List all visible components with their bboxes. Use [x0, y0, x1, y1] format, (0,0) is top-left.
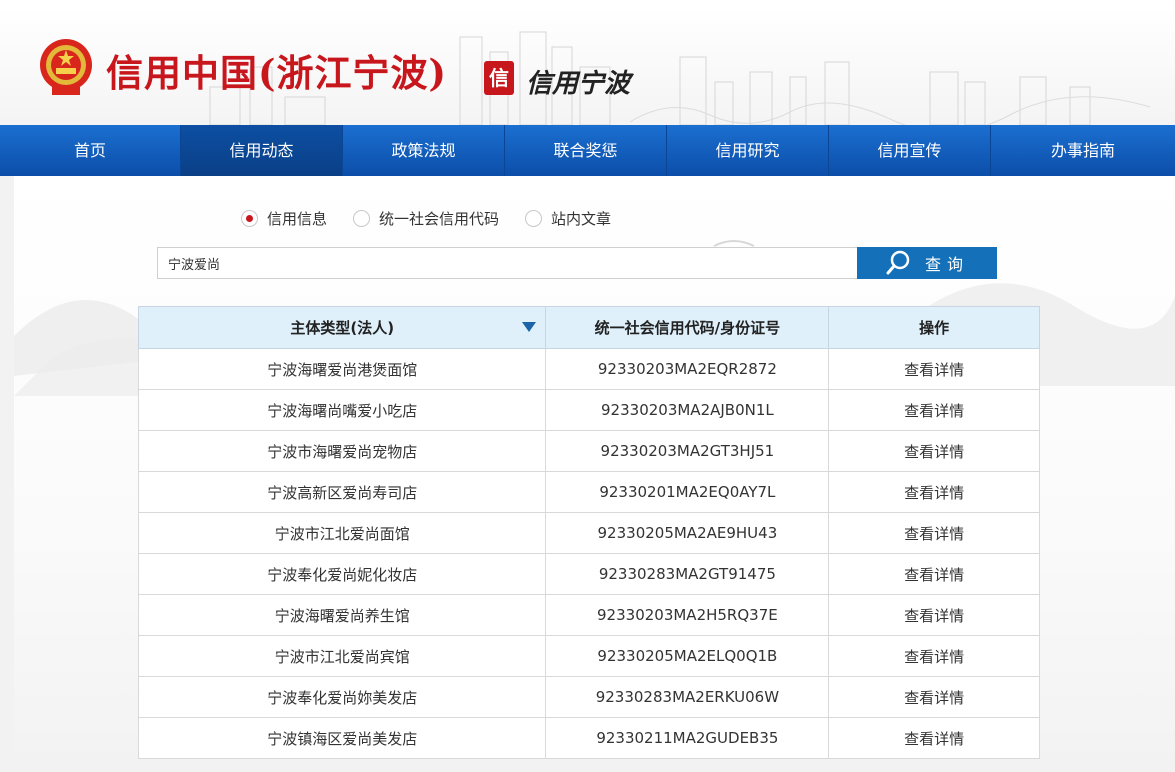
credit-code: 92330205MA2AE9HU43: [545, 512, 830, 554]
view-details-link[interactable]: 查看详情: [904, 607, 964, 625]
entity-name: 宁波市海曙爱尚宠物店: [137, 430, 547, 472]
radio-label: 统一社会信用代码: [379, 209, 500, 228]
table-row: 宁波市江北爱尚面馆 92330205MA2AE9HU43 查看详情: [137, 512, 1040, 554]
table-row: 宁波高新区爱尚寿司店 92330201MA2EQ0AY7L 查看详情: [137, 471, 1040, 513]
brand-text: 信用宁波: [526, 69, 631, 99]
search-button-label: 查询: [924, 255, 969, 274]
radio-checked-icon: [241, 209, 258, 227]
radio-unchecked-icon: [353, 209, 371, 227]
credit-code: 92330203MA2GT3HJ51: [545, 430, 830, 472]
radio-label: 信用信息: [267, 209, 328, 228]
entity-name: 宁波海曙爱尚港煲面馆: [137, 348, 547, 390]
table-row: 宁波奉化爱尚妳美发店 92330283MA2ERKU06W 查看详情: [137, 676, 1040, 718]
view-details-link[interactable]: 查看详情: [904, 361, 964, 379]
site-title: 信用中国(浙江宁波): [106, 51, 448, 95]
entity-name: 宁波高新区爱尚寿司店: [137, 471, 547, 513]
view-details-link[interactable]: 查看详情: [904, 566, 964, 584]
national-emblem-icon: [40, 39, 92, 95]
table-header-row: 主体类型(法人) 统一社会信用代码/身份证号 操作: [137, 306, 1040, 349]
table-row: 宁波市江北爱尚宾馆 92330205MA2ELQ0Q1B 查看详情: [137, 635, 1040, 677]
credit-code: 92330203MA2H5RQ37E: [545, 594, 830, 636]
search-icon: [886, 250, 910, 275]
credit-code: 92330201MA2EQ0AY7L: [545, 471, 830, 513]
column-header-credit-code: 统一社会信用代码/身份证号: [545, 306, 830, 349]
view-details-link[interactable]: 查看详情: [904, 730, 964, 748]
nav-item-credit-promotion[interactable]: 信用宣传: [829, 125, 991, 176]
radio-unchecked-icon: [525, 209, 543, 227]
top-strip: [0, 0, 1175, 7]
nav-item-home[interactable]: 首页: [0, 125, 181, 176]
search-type-options: 信用信息 统一社会信用代码 站内文章: [241, 207, 637, 229]
entity-name: 宁波市江北爱尚面馆: [137, 512, 547, 554]
main-nav: 首页 信用动态 政策法规 联合奖惩 信用研究 信用宣传 办事指南: [0, 125, 1175, 176]
entity-name: 宁波奉化爱尚妳美发店: [137, 676, 547, 718]
entity-name: 宁波海曙尚嘴爱小吃店: [137, 389, 547, 431]
entity-name: 宁波奉化爱尚妮化妆店: [137, 553, 547, 595]
search-button[interactable]: 查询: [857, 247, 997, 279]
view-details-link[interactable]: 查看详情: [904, 689, 964, 707]
radio-site-articles[interactable]: 站内文章: [525, 208, 611, 229]
dropdown-arrow-icon[interactable]: [522, 322, 537, 332]
column-header-entity-type[interactable]: 主体类型(法人): [137, 306, 547, 349]
table-row: 宁波海曙尚嘴爱小吃店 92330203MA2AJB0N1L 查看详情: [137, 389, 1040, 431]
site-banner: 信用中国(浙江宁波) 信 信用宁波: [0, 7, 1175, 125]
nav-item-service-guide[interactable]: 办事指南: [991, 125, 1175, 176]
credit-code: 92330205MA2ELQ0Q1B: [545, 635, 830, 677]
entity-name: 宁波镇海区爱尚美发店: [137, 717, 547, 759]
entity-name: 宁波市江北爱尚宾馆: [137, 635, 547, 677]
credit-code: 92330203MA2AJB0N1L: [545, 389, 830, 431]
nav-item-credit-research[interactable]: 信用研究: [667, 125, 829, 176]
radio-credit-code[interactable]: 统一社会信用代码: [353, 208, 499, 229]
nav-item-credit-news[interactable]: 信用动态: [181, 125, 343, 176]
table-row: 宁波海曙爱尚港煲面馆 92330203MA2EQR2872 查看详情: [137, 348, 1040, 390]
table-row: 宁波奉化爱尚妮化妆店 92330283MA2GT91475 查看详情: [137, 553, 1040, 595]
radio-label: 站内文章: [551, 209, 612, 228]
credit-code: 92330283MA2ERKU06W: [545, 676, 830, 718]
view-details-link[interactable]: 查看详情: [904, 402, 964, 420]
table-row: 宁波镇海区爱尚美发店 92330211MA2GUDEB35 查看详情: [137, 717, 1040, 759]
nav-item-policy[interactable]: 政策法规: [343, 125, 505, 176]
credit-code: 92330203MA2EQR2872: [545, 348, 830, 390]
column-header-action: 操作: [828, 306, 1040, 349]
column-header-label: 主体类型(法人): [290, 319, 395, 337]
view-details-link[interactable]: 查看详情: [904, 648, 964, 666]
radio-credit-info[interactable]: 信用信息: [241, 208, 327, 229]
table-row: 宁波市海曙爱尚宠物店 92330203MA2GT3HJ51 查看详情: [137, 430, 1040, 472]
view-details-link[interactable]: 查看详情: [904, 484, 964, 502]
search-content: 信用信息 统一社会信用代码 站内文章 查询 主体类型(法人) 统一社会信用代码/…: [14, 176, 1175, 772]
results-table: 主体类型(法人) 统一社会信用代码/身份证号 操作 宁波海曙爱尚港煲面馆 923…: [137, 306, 1040, 759]
search-input[interactable]: [157, 247, 858, 279]
credit-code: 92330211MA2GUDEB35: [545, 717, 830, 759]
entity-name: 宁波海曙爱尚养生馆: [137, 594, 547, 636]
credit-code: 92330283MA2GT91475: [545, 553, 830, 595]
view-details-link[interactable]: 查看详情: [904, 443, 964, 461]
view-details-link[interactable]: 查看详情: [904, 525, 964, 543]
table-row: 宁波海曙爱尚养生馆 92330203MA2H5RQ37E 查看详情: [137, 594, 1040, 636]
nav-item-rewards-penalties[interactable]: 联合奖惩: [505, 125, 667, 176]
credit-logo-icon: 信: [484, 61, 514, 95]
